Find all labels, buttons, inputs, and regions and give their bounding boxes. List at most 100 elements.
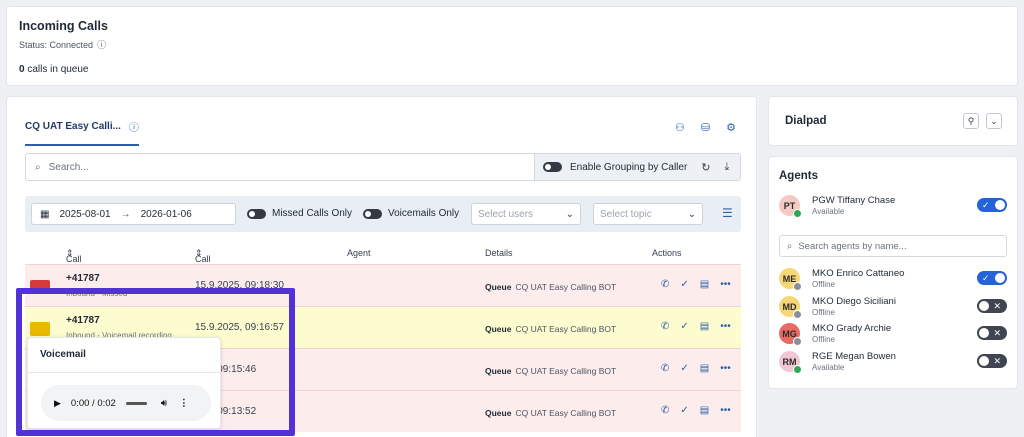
- more-icon[interactable]: •••: [720, 363, 731, 374]
- call-details: Queue CQ UAT Easy Calling BOT: [485, 366, 617, 376]
- avatar: PT: [779, 195, 802, 218]
- filter-icon[interactable]: ☰: [722, 206, 733, 220]
- play-icon[interactable]: ▶: [54, 398, 61, 409]
- missed-calls-filter[interactable]: Missed Calls Only: [247, 208, 352, 219]
- more-vertical-icon[interactable]: ⋮: [179, 398, 189, 409]
- agent-toggle[interactable]: ✕: [977, 326, 1007, 340]
- phone-icon[interactable]: ✆: [661, 279, 669, 290]
- incoming-calls-card: Incoming Calls Status: Connected ⓘ 0 cal…: [6, 6, 1018, 86]
- date-to: 2026-01-06: [140, 208, 192, 220]
- agent-status: Available: [812, 363, 845, 372]
- gear-icon[interactable]: ⚙: [726, 121, 736, 134]
- agent-item: MD MKO Diego Siciliani Offline ✕: [779, 296, 1009, 320]
- tab-queue[interactable]: CQ UAT Easy Calli... ⓘ: [25, 119, 139, 146]
- date-range-picker[interactable]: ▦ 2025-08-01 → 2026-01-06: [31, 203, 236, 225]
- presence-dot: [793, 310, 802, 319]
- search-placeholder: Search...: [48, 161, 89, 173]
- volume-icon[interactable]: 🔊︎: [161, 398, 167, 409]
- topic-placeholder: Select topic: [600, 208, 652, 220]
- phone-icon[interactable]: ✆: [661, 321, 669, 332]
- agent-name: PGW Tiffany Chase: [812, 195, 896, 206]
- phone-icon[interactable]: ✆: [661, 363, 669, 374]
- topic-select[interactable]: Select topic ⌄: [593, 203, 703, 225]
- call-details: Queue CQ UAT Easy Calling BOT: [485, 282, 617, 292]
- check-icon[interactable]: ✓: [680, 279, 688, 290]
- phone-icon[interactable]: ✆: [661, 405, 669, 416]
- agent-status: Available: [812, 207, 845, 216]
- queue-count: 0: [19, 64, 25, 75]
- presence-dot: [793, 209, 802, 218]
- queue-summary: 0 calls in queue: [19, 64, 89, 75]
- pin-icon[interactable]: ⚲: [963, 113, 979, 129]
- search-icon: ⌕: [35, 161, 41, 173]
- refresh-icon[interactable]: ↻: [701, 161, 710, 174]
- voicemail-popup: Voicemail ▶ 0:00 / 0:02 🔊︎ ⋮: [27, 337, 221, 429]
- availability-toggle[interactable]: ✓: [977, 198, 1007, 212]
- filter-bar: ▦ 2025-08-01 → 2026-01-06 Missed Calls O…: [25, 196, 741, 232]
- presence-dot: [793, 337, 802, 346]
- info-icon[interactable]: ⓘ: [129, 119, 139, 134]
- chevron-down-icon: ⌄: [565, 208, 574, 220]
- search-input[interactable]: ⌕ Search...: [26, 154, 534, 180]
- note-icon[interactable]: ▤: [700, 405, 709, 416]
- more-icon[interactable]: •••: [720, 321, 731, 332]
- check-icon[interactable]: ✓: [680, 363, 688, 374]
- agent-name: MKO Diego Siciliani: [812, 296, 896, 307]
- users-placeholder: Select users: [478, 208, 534, 220]
- note-icon[interactable]: ▤: [700, 363, 709, 374]
- grouping-toggle[interactable]: [543, 162, 562, 172]
- column-call-time[interactable]: Call Time ⇕: [195, 248, 215, 274]
- users-select[interactable]: Select users ⌄: [471, 203, 581, 225]
- dialpad-card: Dialpad ⚲ ⌄: [768, 96, 1018, 146]
- column-call[interactable]: Call ⇕: [66, 248, 82, 264]
- voicemails-filter[interactable]: Voicemails Only: [363, 208, 459, 219]
- note-icon[interactable]: ▤: [700, 321, 709, 332]
- column-agent: Agent: [347, 248, 371, 258]
- avatar: ME: [779, 268, 802, 291]
- voicemails-label: Voicemails Only: [388, 208, 460, 219]
- agents-title: Agents: [779, 170, 818, 182]
- voicemails-toggle[interactable]: [363, 208, 382, 219]
- user-settings-icon[interactable]: ⚇: [675, 121, 685, 134]
- voicemail-title: Voicemail: [40, 349, 86, 360]
- grouping-control: Enable Grouping by Caller ↻ ⤓: [534, 154, 740, 180]
- agent-item: RM RGE Megan Bowen Available ✕: [779, 351, 1009, 375]
- agent-toggle[interactable]: ✕: [977, 354, 1007, 368]
- agent-item: MG MKO Grady Archie Offline ✕: [779, 323, 1009, 347]
- presence-dot: [793, 282, 802, 291]
- agent-status: Offline: [812, 280, 835, 289]
- divider: [28, 372, 220, 373]
- agent-self: PT PGW Tiffany Chase Available ✓: [779, 195, 1009, 219]
- info-icon[interactable]: ⓘ: [97, 38, 106, 51]
- chevron-down-icon[interactable]: ⌄: [986, 113, 1002, 129]
- download-icon[interactable]: ⤓: [725, 161, 730, 174]
- calendar-icon: ▦: [40, 208, 50, 220]
- search-bar: ⌕ Search... Enable Grouping by Caller ↻ …: [25, 153, 741, 181]
- check-icon[interactable]: ✓: [680, 321, 688, 332]
- more-icon[interactable]: •••: [720, 405, 731, 416]
- agent-toggle[interactable]: ✕: [977, 299, 1007, 313]
- grouping-label: Enable Grouping by Caller: [570, 161, 688, 173]
- presence-dot: [793, 365, 802, 374]
- row-actions: ✆ ✓ ▤ •••: [661, 363, 731, 374]
- agent-search-input[interactable]: ⌕ Search agents by name...: [779, 235, 1007, 257]
- export-icon[interactable]: ⛁: [701, 121, 710, 134]
- agent-name: MKO Enrico Cattaneo: [812, 268, 905, 279]
- audio-player: ▶ 0:00 / 0:02 🔊︎ ⋮: [41, 385, 211, 421]
- missed-calls-label: Missed Calls Only: [272, 208, 353, 219]
- missed-calls-toggle[interactable]: [247, 208, 266, 219]
- audio-progress[interactable]: [125, 401, 147, 405]
- status-text: Status: Connected: [19, 39, 94, 50]
- more-icon[interactable]: •••: [720, 279, 731, 290]
- check-icon[interactable]: ✓: [680, 405, 688, 416]
- note-icon[interactable]: ▤: [700, 279, 709, 290]
- call-details: Queue CQ UAT Easy Calling BOT: [485, 408, 617, 418]
- agent-toggle[interactable]: ✓: [977, 271, 1007, 285]
- caller-number: +41787: [66, 273, 100, 284]
- row-actions: ✆ ✓ ▤ •••: [661, 279, 731, 290]
- tab-label: CQ UAT Easy Calli...: [25, 121, 121, 132]
- queue-label: calls in queue: [27, 64, 89, 75]
- page-title: Incoming Calls: [19, 19, 108, 33]
- avatar: MG: [779, 323, 802, 346]
- agent-status: Offline: [812, 335, 835, 344]
